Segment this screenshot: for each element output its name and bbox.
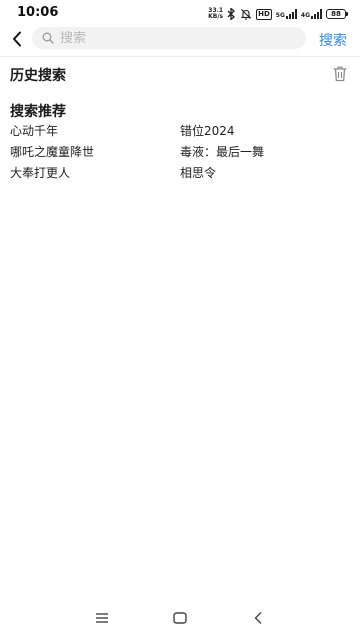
search-icon [42, 32, 54, 44]
bluetooth-icon [227, 5, 236, 24]
recommend-item[interactable]: 相思令 [180, 165, 350, 186]
history-title: 历史搜索 [10, 68, 66, 84]
signal-5g-icon: 5G [276, 9, 297, 19]
menu-icon [96, 613, 108, 623]
search-box[interactable] [32, 27, 306, 49]
status-time: 10:06 [17, 5, 59, 20]
battery-icon: 88 [326, 9, 348, 19]
search-header: 搜索 [0, 26, 360, 52]
network-5g-label: 5G [275, 12, 285, 19]
clear-history-button[interactable] [332, 65, 348, 83]
network-speed-unit: KB/s [208, 13, 224, 20]
status-icons: 33.1 KB/s HD 5G 4G 88 [208, 5, 348, 24]
recommend-item[interactable]: 毒液：最后一舞 [180, 144, 350, 165]
mute-bell-icon [240, 5, 252, 24]
back-button[interactable] [6, 26, 28, 52]
home-button[interactable] [168, 608, 192, 628]
network-speed: 33.1 KB/s [208, 8, 223, 20]
recommend-list: 心动千年 错位2024 哪吒之魔童降世 毒液：最后一舞 大奉打更人 相思令 [10, 123, 350, 186]
signal-4g-icon: 4G [301, 9, 322, 19]
search-submit-button[interactable]: 搜索 [319, 30, 347, 50]
recommend-item[interactable]: 大奉打更人 [10, 165, 180, 186]
trash-icon [333, 66, 347, 82]
back-icon [254, 612, 262, 624]
hd-icon: HD [256, 8, 272, 20]
recommend-title: 搜索推荐 [10, 104, 66, 120]
history-section: 历史搜索 [0, 56, 360, 93]
recommend-item[interactable]: 哪吒之魔童降世 [10, 144, 180, 165]
recommend-item[interactable]: 心动千年 [10, 123, 180, 144]
search-input[interactable] [60, 30, 280, 46]
status-bar: 10:06 33.1 KB/s HD 5G 4G 88 [0, 0, 360, 26]
network-4g-label: 4G [300, 12, 310, 19]
recommend-item[interactable]: 错位2024 [180, 123, 350, 144]
search-screen: 10:06 33.1 KB/s HD 5G 4G 88 搜索 搜索 历史搜索 搜… [0, 0, 360, 640]
home-icon [173, 612, 187, 624]
system-nav-bar [0, 596, 360, 640]
system-back-button[interactable] [246, 608, 270, 628]
chevron-left-icon [13, 31, 21, 47]
recent-apps-button[interactable] [90, 608, 114, 628]
